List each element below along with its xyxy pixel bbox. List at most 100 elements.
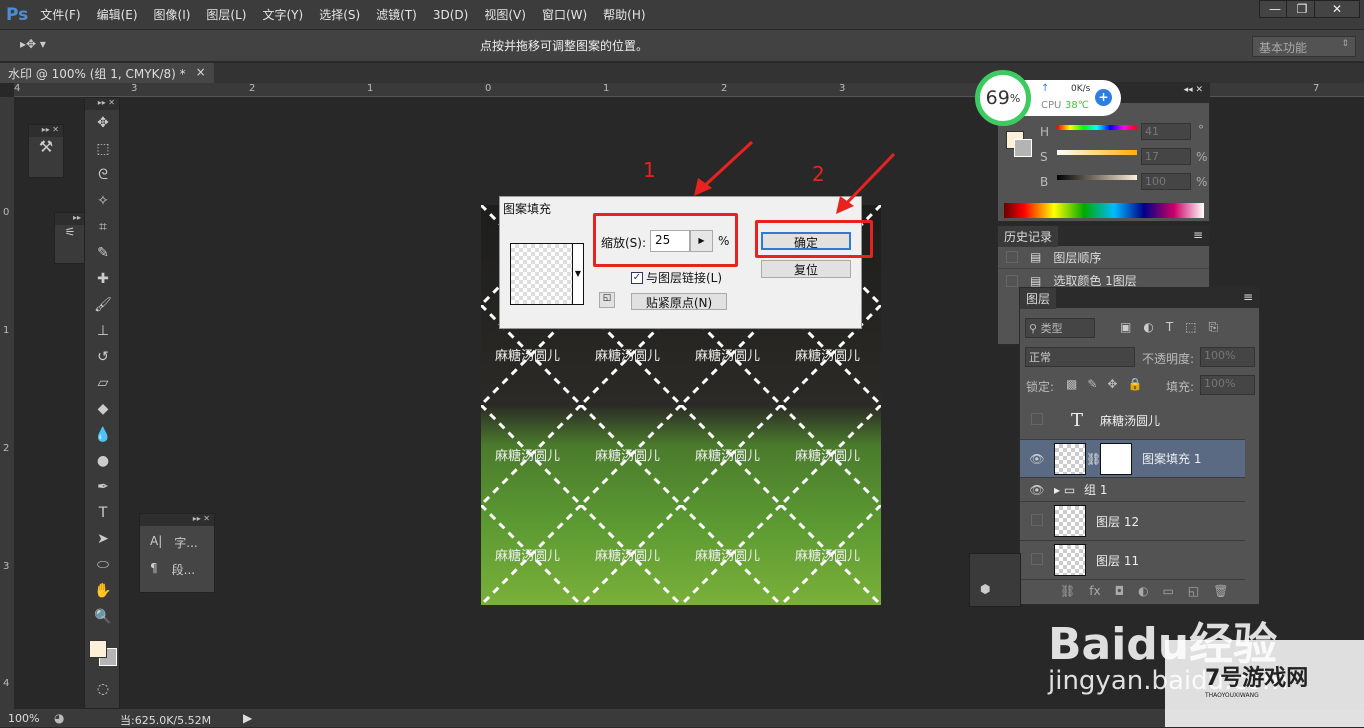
dodge-tool-icon[interactable]: ● (85, 448, 121, 474)
adjustment-filter-icon[interactable]: ◐ (1143, 320, 1153, 335)
path-select-icon[interactable]: ➤ (85, 526, 121, 552)
brightness-slider[interactable] (1057, 175, 1137, 180)
type-tool-icon[interactable]: T (85, 500, 121, 526)
menu-window[interactable]: 窗口(W) (542, 6, 587, 23)
color-spectrum[interactable] (1004, 203, 1204, 218)
saturation-slider[interactable] (1057, 150, 1137, 155)
zoom-level[interactable]: 100% (8, 712, 39, 725)
eye-icon[interactable]: 👁 (1020, 452, 1054, 466)
hue-slider[interactable] (1057, 125, 1137, 130)
link-with-layer-checkbox[interactable]: ✓ 与图层链接(L) (631, 269, 722, 286)
move-tool-preset-icon[interactable]: ▸✥ ▾ (20, 37, 46, 51)
boost-plus-icon[interactable]: + (1095, 89, 1112, 106)
panel-menu-icon[interactable]: ≡ (1193, 228, 1203, 242)
adjustment-layer-icon[interactable]: ◐ (1138, 584, 1148, 598)
history-item[interactable]: ▤ 图层顺序 (998, 246, 1209, 269)
move-tool-icon[interactable]: ✥ (85, 110, 121, 136)
blend-mode-select[interactable]: 正常 (1025, 347, 1135, 367)
lock-position-icon[interactable]: ✥ (1107, 377, 1117, 391)
zoom-tool-icon[interactable]: 🔍 (85, 604, 121, 630)
lasso-tool-icon[interactable]: ᘓ (85, 162, 121, 188)
folder-icon[interactable]: ▸ ▭ (1054, 483, 1084, 497)
fill-input[interactable]: 100% (1200, 375, 1255, 395)
close-tab-icon[interactable]: × (196, 65, 206, 81)
eraser-icon[interactable]: ▱ (85, 370, 121, 396)
eyedropper-icon[interactable]: ✎ (85, 240, 121, 266)
dropdown-arrow-icon[interactable]: ▼ (572, 244, 583, 304)
shape-filter-icon[interactable]: ⬚ (1185, 320, 1196, 335)
b-input[interactable]: 100 (1141, 173, 1191, 190)
history-brush-icon[interactable]: ↺ (85, 344, 121, 370)
menu-image[interactable]: 图像(I) (154, 6, 191, 23)
visibility-toggle[interactable] (1031, 552, 1043, 565)
hand-tool-icon[interactable]: ✋ (85, 578, 121, 604)
link-icon[interactable]: ⛓ (1086, 452, 1101, 466)
blur-tool-icon[interactable]: 💧 (85, 422, 121, 448)
pen-tool-icon[interactable]: ✒ (85, 474, 121, 500)
new-preset-icon[interactable]: ◱ (599, 292, 615, 308)
fx-icon[interactable]: fx (1089, 584, 1100, 598)
document-tab[interactable]: 水印 @ 100% (组 1, CMYK/8) * × (0, 63, 214, 83)
visibility-toggle[interactable] (1031, 413, 1043, 425)
lock-paint-icon[interactable]: ✎ (1087, 377, 1097, 391)
collapsed-panel[interactable]: ⬢ (969, 553, 1021, 607)
close-window-button[interactable]: ✕ (1314, 0, 1360, 18)
brush-tool-icon[interactable]: 🖌 (85, 292, 121, 318)
workspace-select[interactable]: 基本功能 ⇕ (1252, 36, 1356, 57)
ellipse-tool-icon[interactable]: ⬭ (85, 552, 121, 578)
color-swatches[interactable] (85, 630, 119, 676)
tool-preset-icon[interactable]: ⚒ (29, 137, 63, 156)
history-checkbox[interactable] (1006, 251, 1018, 263)
background-swatch[interactable] (1014, 139, 1032, 157)
layer-row-selected[interactable]: 👁 ⛓ 图案填充 1 (1020, 440, 1245, 478)
eye-icon[interactable]: 👁 (1020, 483, 1054, 497)
healing-brush-icon[interactable]: ✚ (85, 266, 121, 292)
proof-icon[interactable]: ◕ (54, 711, 64, 725)
new-layer-icon[interactable]: ◱ (1188, 584, 1199, 598)
filter-kind-select[interactable]: ⚲ 类型 (1025, 318, 1095, 338)
collapse-icon[interactable]: ◂◂ ✕ (1184, 85, 1203, 95)
layer-row[interactable]: 图层 12 (1020, 502, 1245, 541)
visibility-toggle[interactable] (1031, 513, 1043, 526)
paint-bucket-icon[interactable]: ◆ (85, 396, 121, 422)
smart-object-filter-icon[interactable]: ⎘ (1209, 320, 1219, 335)
add-mask-icon[interactable]: ◘ (1115, 584, 1125, 598)
quick-mask-icon[interactable]: ◌ (85, 676, 121, 702)
lock-all-icon[interactable]: 🔒 (1127, 377, 1142, 391)
history-checkbox[interactable] (1006, 274, 1018, 287)
new-group-icon[interactable]: ▭ (1163, 584, 1174, 598)
marquee-tool-icon[interactable]: ⬚ (85, 136, 121, 162)
snap-to-origin-button[interactable]: 贴紧原点(N) (631, 293, 727, 310)
menu-3d[interactable]: 3D(D) (433, 8, 468, 22)
menu-file[interactable]: 文件(F) (40, 6, 80, 23)
h-input[interactable]: 41 (1141, 123, 1191, 140)
pixel-filter-icon[interactable]: ▣ (1120, 320, 1131, 335)
type-filter-icon[interactable]: T (1166, 320, 1173, 335)
delete-layer-icon[interactable]: 🗑 (1213, 584, 1228, 598)
checkbox-checked-icon[interactable]: ✓ (631, 271, 643, 284)
menu-view[interactable]: 视图(V) (484, 6, 526, 23)
s-input[interactable]: 17 (1141, 148, 1191, 165)
layer-row[interactable]: 👁 ▸ ▭ 组 1 (1020, 478, 1245, 502)
menu-filter[interactable]: 滤镜(T) (376, 6, 417, 23)
character-item[interactable]: 字... (174, 534, 197, 551)
layer-row[interactable]: 图层 11 (1020, 541, 1245, 580)
3d-panel-icon[interactable]: ⬢ (980, 582, 990, 596)
history-tab[interactable]: 历史记录 (998, 226, 1059, 247)
link-layers-icon[interactable]: ⛓ (1060, 584, 1075, 598)
lock-pixels-icon[interactable]: ▩ (1066, 377, 1077, 391)
paragraph-item[interactable]: 段... (172, 561, 195, 578)
foreground-color-swatch[interactable] (89, 640, 107, 658)
stamp-tool-icon[interactable]: ⊥ (85, 318, 121, 344)
brush-settings-icon[interactable]: ⚟ (55, 225, 85, 239)
menu-type[interactable]: 文字(Y) (262, 6, 303, 23)
reset-button[interactable]: 复位 (761, 260, 851, 278)
pattern-picker[interactable]: ▼ (510, 243, 584, 305)
opacity-input[interactable]: 100% (1200, 347, 1255, 367)
menu-layer[interactable]: 图层(L) (206, 6, 246, 23)
menu-help[interactable]: 帮助(H) (603, 6, 645, 23)
menu-edit[interactable]: 编辑(E) (97, 6, 138, 23)
layer-row[interactable]: T 麻糖汤圆儿 (1020, 402, 1245, 440)
memory-usage-gauge[interactable]: 69% (975, 70, 1031, 126)
menu-select[interactable]: 选择(S) (319, 6, 360, 23)
